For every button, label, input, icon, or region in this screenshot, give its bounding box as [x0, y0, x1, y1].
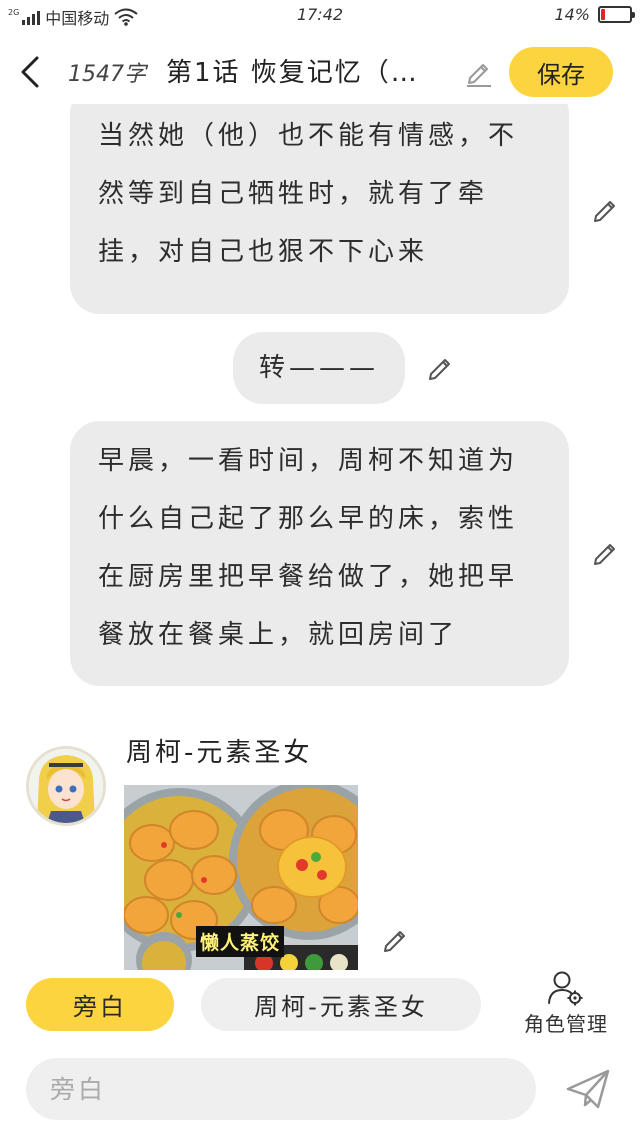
- role-selector: 旁白 周柯-元素圣女 角色管理: [0, 970, 640, 1040]
- message-image[interactable]: 懒人蒸饺: [124, 785, 358, 970]
- editor-header: 1547字 第1话 恢复记忆（… 保存: [0, 40, 640, 104]
- role-chip-character[interactable]: 周柯-元素圣女: [201, 978, 481, 1031]
- battery-level: [601, 9, 605, 20]
- battery-percent: 14%: [554, 5, 590, 24]
- narration-bubble[interactable]: 早晨，一看时间，周柯不知道为什么自己起了那么早的床，索性在厨房里把早餐给做了，她…: [70, 421, 569, 686]
- role-chip-narration[interactable]: 旁白: [26, 978, 174, 1031]
- narration-text: 当然她（他）也不能有情感，不然等到自己牺牲时，就有了牵挂，对自己也狠不下心来: [98, 121, 519, 267]
- role-manage-button[interactable]: 角色管理: [514, 970, 618, 1040]
- send-button[interactable]: [562, 1064, 614, 1114]
- chevron-left-icon: [21, 56, 39, 88]
- pencil-icon: [594, 201, 615, 222]
- character-avatar[interactable]: [26, 746, 106, 826]
- pencil-icon: [384, 931, 405, 952]
- speaker-name: 周柯-元素圣女: [126, 738, 313, 768]
- edit-message-button[interactable]: [590, 537, 622, 569]
- narration-bubble[interactable]: 转———: [233, 332, 405, 404]
- input-bar: [0, 1052, 640, 1132]
- pencil-icon: [429, 359, 450, 380]
- edit-message-button[interactable]: [425, 352, 457, 384]
- pencil-icon: [594, 544, 615, 565]
- status-bar: 2G 中国移动 17:42 14%: [0, 0, 640, 32]
- pencil-icon: [467, 64, 491, 87]
- save-button[interactable]: 保存: [509, 47, 613, 97]
- clock: 17:42: [296, 5, 344, 24]
- word-count: 1547字: [68, 62, 146, 87]
- user-settings-icon: [548, 971, 583, 1006]
- character-avatar-image: [29, 749, 103, 823]
- editor-screen: 2G 中国移动 17:42 14% 1547字 第1话 恢复记忆（… 保存 当然…: [0, 0, 640, 1138]
- back-button[interactable]: [10, 50, 50, 94]
- message-input[interactable]: [26, 1058, 536, 1120]
- narration-text: 早晨，一看时间，周柯不知道为什么自己起了那么早的床，索性在厨房里把早餐给做了，她…: [98, 446, 519, 650]
- battery-icon: [598, 6, 635, 23]
- edit-title-button[interactable]: [462, 54, 496, 90]
- send-icon: [566, 1069, 610, 1109]
- edit-message-button[interactable]: [590, 194, 622, 226]
- story-content[interactable]: 当然她（他）也不能有情感，不然等到自己牺牲时，就有了牵挂，对自己也狠不下心来 转…: [0, 104, 640, 970]
- role-manage-label: 角色管理: [524, 1012, 608, 1036]
- narration-text: 转———: [258, 353, 379, 383]
- image-caption: 懒人蒸饺: [196, 926, 285, 957]
- status-right: 14%: [554, 5, 635, 24]
- chapter-title[interactable]: 第1话 恢复记忆（…: [166, 52, 419, 89]
- edit-message-button[interactable]: [380, 924, 412, 956]
- narration-bubble[interactable]: 当然她（他）也不能有情感，不然等到自己牺牲时，就有了牵挂，对自己也狠不下心来: [70, 104, 569, 314]
